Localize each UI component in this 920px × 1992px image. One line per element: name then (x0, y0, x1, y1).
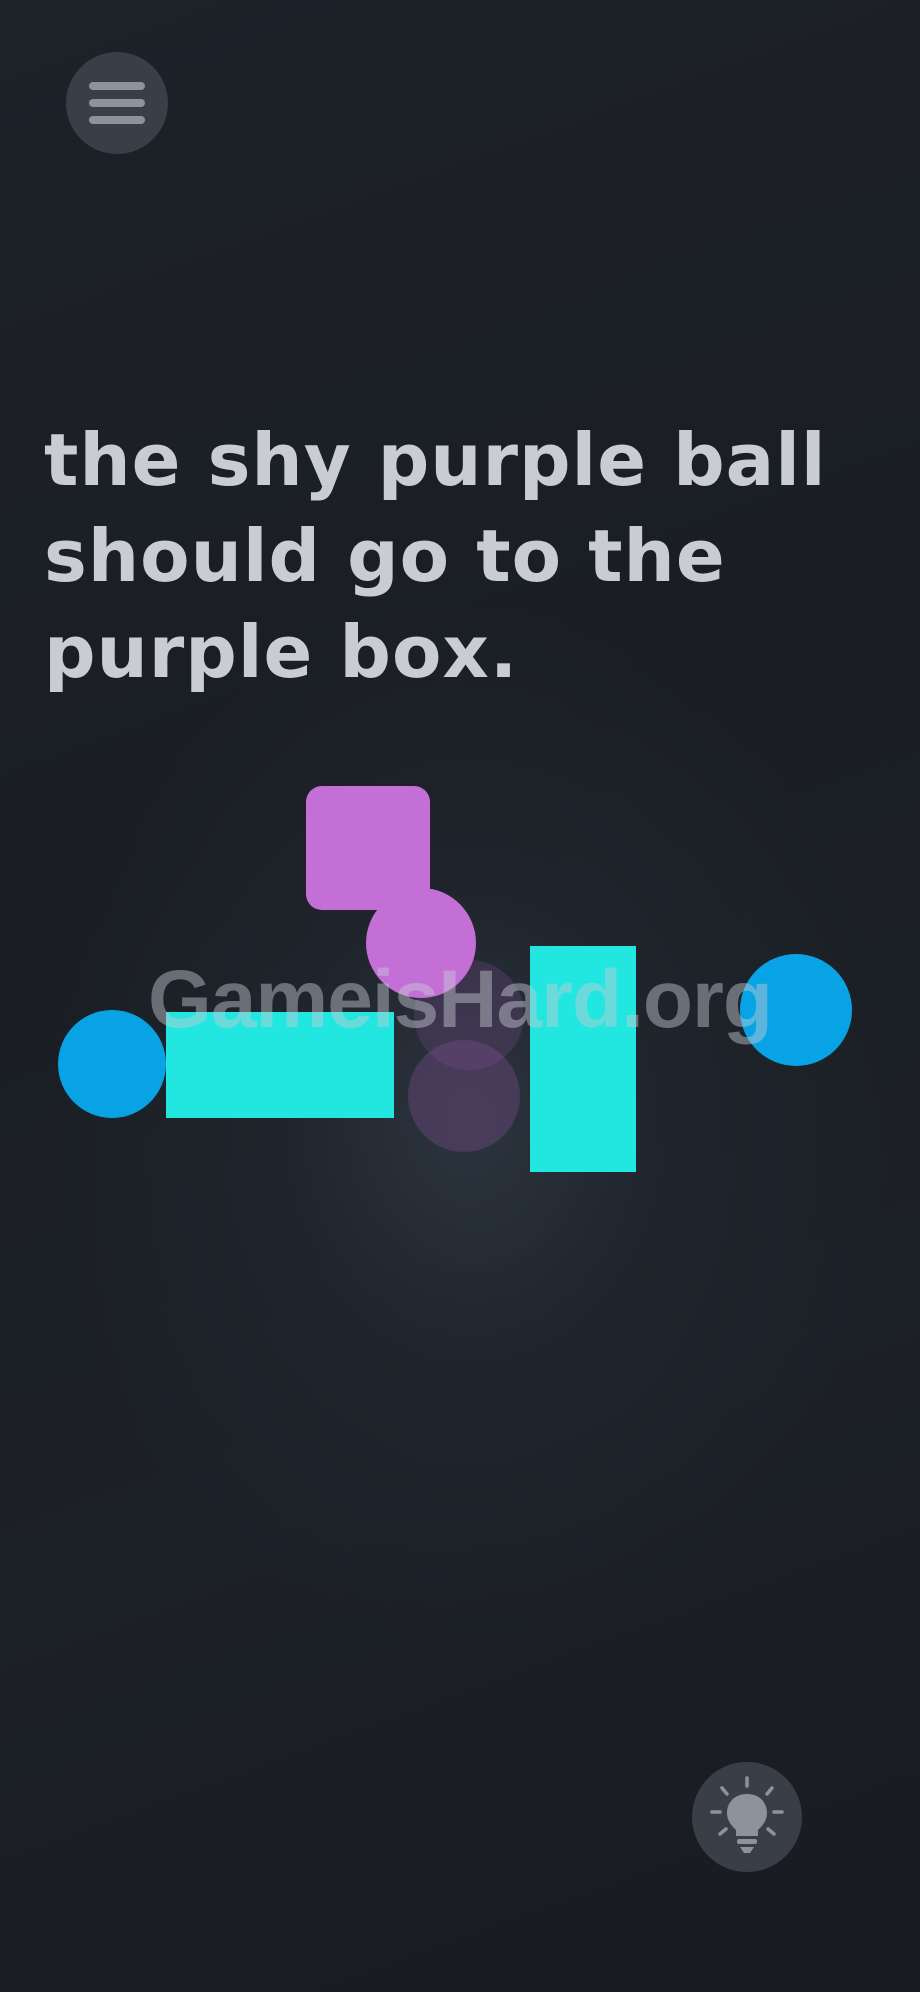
watermark: GameisHard.org (148, 954, 773, 1045)
purple-ball-ghost (408, 1040, 520, 1152)
menu-bar (89, 99, 145, 107)
game-screen: the shy purple ball should go to the pur… (0, 0, 920, 1992)
lightbulb-icon (710, 1776, 784, 1853)
menu-bar (89, 82, 145, 90)
menu-button[interactable] (66, 52, 168, 154)
hint-button[interactable] (692, 1762, 802, 1872)
level-instruction: the shy purple ball should go to the pur… (44, 418, 827, 694)
menu-bar (89, 116, 145, 124)
